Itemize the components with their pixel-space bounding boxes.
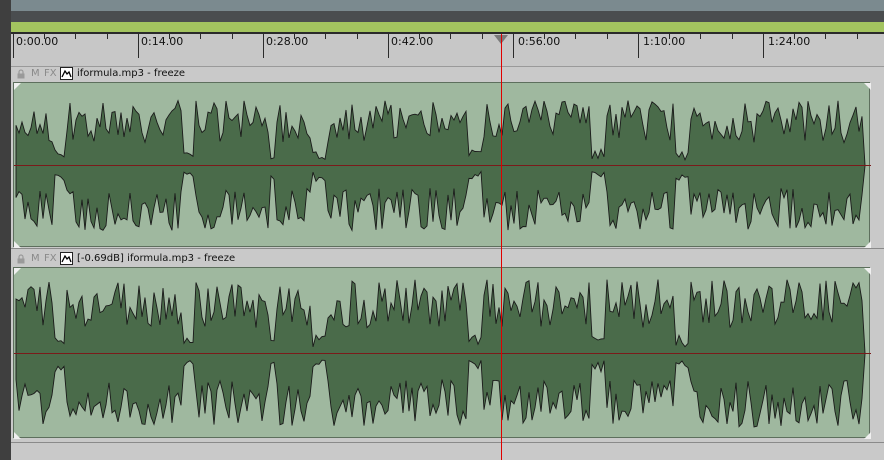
track-divider[interactable] <box>11 248 884 249</box>
waveform <box>14 83 871 248</box>
ruler-subtick <box>294 34 295 39</box>
envelope-icon[interactable] <box>60 67 73 80</box>
fade-handle[interactable] <box>14 268 21 275</box>
timeline-ruler[interactable]: 0:00.00 0:14.00 0:28.00 0:42.00 0:56.00 … <box>11 32 884 67</box>
fade-handle[interactable] <box>14 241 21 248</box>
ruler-subtick <box>200 34 201 39</box>
ruler-subtick <box>607 34 608 39</box>
ruler-subtick <box>44 34 45 39</box>
fade-handle[interactable] <box>864 268 871 275</box>
loop-selection-bar[interactable] <box>11 22 884 32</box>
fx-button[interactable]: FX <box>44 253 57 264</box>
ruler-subtick <box>700 34 701 39</box>
ruler-subtick <box>482 34 483 39</box>
ruler-tick-label: 1:10.00 <box>643 35 686 48</box>
ruler-subtick <box>75 34 76 39</box>
media-item[interactable] <box>13 82 871 248</box>
fade-handle[interactable] <box>864 241 871 248</box>
ruler-subtick <box>450 34 451 39</box>
media-item[interactable] <box>13 267 871 439</box>
track-item-name: [-0.69dB] iformula.mp3 - freeze <box>77 253 236 264</box>
top-toolbar-strip <box>11 0 884 11</box>
ruler-tick <box>138 34 139 58</box>
track-item-name: iformula.mp3 - freeze <box>77 68 186 79</box>
fade-handle[interactable] <box>864 83 871 90</box>
ruler-tick-label: 0:28.00 <box>266 35 309 48</box>
ruler-tick <box>638 34 639 58</box>
ruler-top-line <box>11 32 884 34</box>
ruler-tick <box>263 34 264 58</box>
fade-handle[interactable] <box>14 83 21 90</box>
ruler-subtick <box>825 34 826 39</box>
fade-handle[interactable] <box>14 432 21 439</box>
fx-button[interactable]: FX <box>44 68 57 79</box>
ruler-subtick <box>732 34 733 39</box>
ruler-subtick <box>232 34 233 39</box>
waveform <box>14 268 871 439</box>
ruler-tick-label: 0:42.00 <box>391 35 434 48</box>
arrange-left-edge <box>0 0 11 460</box>
track-2-header: M FX [-0.69dB] iformula.mp3 - freeze <box>11 252 884 267</box>
ruler-subtick <box>794 34 795 39</box>
ruler-subtick <box>575 34 576 39</box>
ruler-subtick <box>107 34 108 39</box>
ruler-subtick <box>669 34 670 39</box>
edit-cursor[interactable] <box>501 34 502 460</box>
envelope-icon[interactable] <box>60 252 73 265</box>
track-2[interactable]: M FX [-0.69dB] iformula.mp3 - freeze <box>11 252 884 439</box>
ruler-tick <box>388 34 389 58</box>
ruler-subtick <box>544 34 545 39</box>
ruler-tick-label: 0:14.00 <box>141 35 184 48</box>
lock-icon[interactable] <box>16 254 26 264</box>
ruler-subtick <box>857 34 858 39</box>
ruler-tick <box>513 34 514 58</box>
ruler-tick <box>13 34 14 58</box>
ruler-tick <box>763 34 764 58</box>
track-divider[interactable] <box>11 442 884 443</box>
track-1[interactable]: M FX iformula.mp3 - freeze <box>11 67 884 248</box>
ruler-subtick <box>169 34 170 39</box>
ruler-subtick <box>325 34 326 39</box>
mute-button[interactable]: M <box>31 68 40 79</box>
ruler-subtick <box>357 34 358 39</box>
ruler-tick-label: 1:24.00 <box>768 35 811 48</box>
lock-icon[interactable] <box>16 69 26 79</box>
timebar-strip <box>11 11 884 22</box>
ruler-tick-label: 0:00.00 <box>16 35 59 48</box>
fade-handle[interactable] <box>864 432 871 439</box>
ruler-subtick <box>419 34 420 39</box>
track-1-header: M FX iformula.mp3 - freeze <box>11 67 884 82</box>
ruler-tick-label: 0:56.00 <box>518 35 561 48</box>
mute-button[interactable]: M <box>31 253 40 264</box>
